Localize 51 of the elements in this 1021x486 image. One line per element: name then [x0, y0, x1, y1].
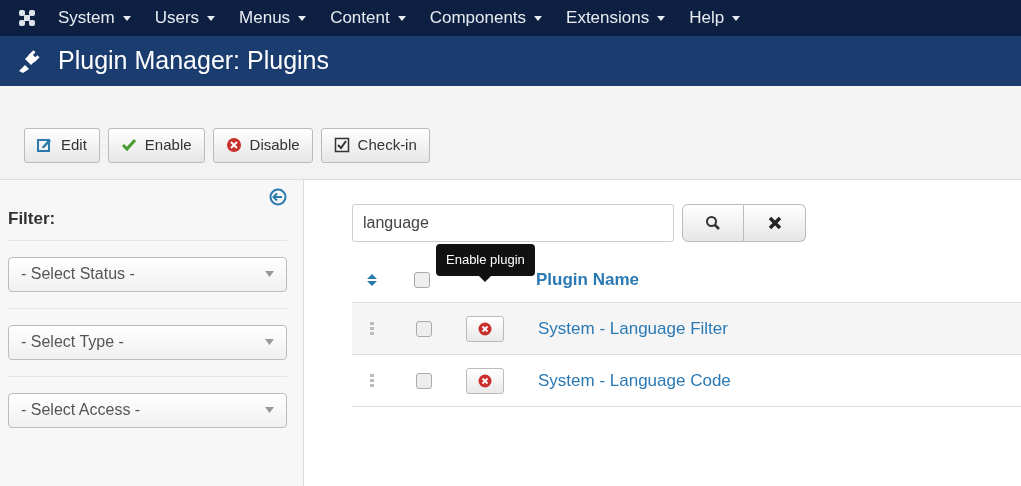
menu-item[interactable]: Components [417, 5, 555, 31]
drag-handle-icon [370, 373, 374, 388]
row-checkbox[interactable] [416, 372, 432, 389]
caret-icon [265, 339, 274, 345]
caret-icon [657, 15, 666, 21]
clear-button[interactable] [744, 204, 806, 242]
close-icon [766, 215, 783, 231]
caret-icon [265, 271, 274, 277]
search-icon [705, 215, 721, 231]
menu-item[interactable]: Extensions [554, 5, 678, 31]
filter-dropdown[interactable]: - Select Type - [8, 324, 287, 360]
edit-icon [37, 137, 53, 154]
column-header[interactable]: Plugin Name [536, 267, 639, 293]
menu-item[interactable]: Users [142, 5, 228, 31]
page-title: Plugin Manager: Plugins [58, 45, 329, 77]
status-toggle-button[interactable] [466, 367, 504, 394]
tooltip-arrow-icon [479, 275, 492, 282]
check-icon [120, 137, 137, 154]
plugin-name-link[interactable]: System - Language Code [538, 367, 731, 394]
caret-icon [265, 407, 274, 413]
select-all-checkbox[interactable] [414, 272, 430, 288]
caret-icon [207, 15, 216, 21]
caret-icon [122, 15, 131, 21]
menu-item[interactable]: Content [318, 5, 418, 31]
caret-icon [534, 15, 543, 21]
tooltip: Enable plugin [436, 244, 535, 276]
menu-item[interactable]: System [46, 5, 143, 31]
edit-button[interactable]: Edit [24, 128, 100, 163]
search-field[interactable]: language [352, 204, 674, 242]
caret-icon [298, 15, 307, 21]
menu-item[interactable]: Help [677, 5, 753, 31]
error-icon [478, 321, 492, 336]
caret-icon [732, 15, 741, 21]
filter-dropdown[interactable]: - Select Access - [8, 392, 287, 428]
filter-dropdown[interactable]: - Select Status - [8, 256, 287, 292]
row-checkbox[interactable] [416, 320, 432, 337]
enable-button[interactable]: Enable [107, 128, 205, 163]
status-toggle-button[interactable] [466, 315, 504, 342]
filter-heading: Filter: [8, 208, 57, 230]
search-button[interactable] [682, 204, 744, 242]
error-icon [478, 373, 492, 388]
error-icon [225, 137, 242, 154]
checkin-button[interactable]: Check-in [320, 128, 430, 163]
plugin-name-link[interactable]: System - Language Filter [538, 315, 728, 342]
disable-button[interactable]: Disable [212, 128, 313, 163]
sort-icon [366, 273, 378, 287]
menu-item[interactable]: Menus [227, 5, 319, 31]
caret-icon [397, 15, 406, 21]
checkbox-icon [333, 137, 350, 154]
joomla-logo-icon [16, 7, 38, 29]
drag-handle-icon [370, 321, 374, 336]
